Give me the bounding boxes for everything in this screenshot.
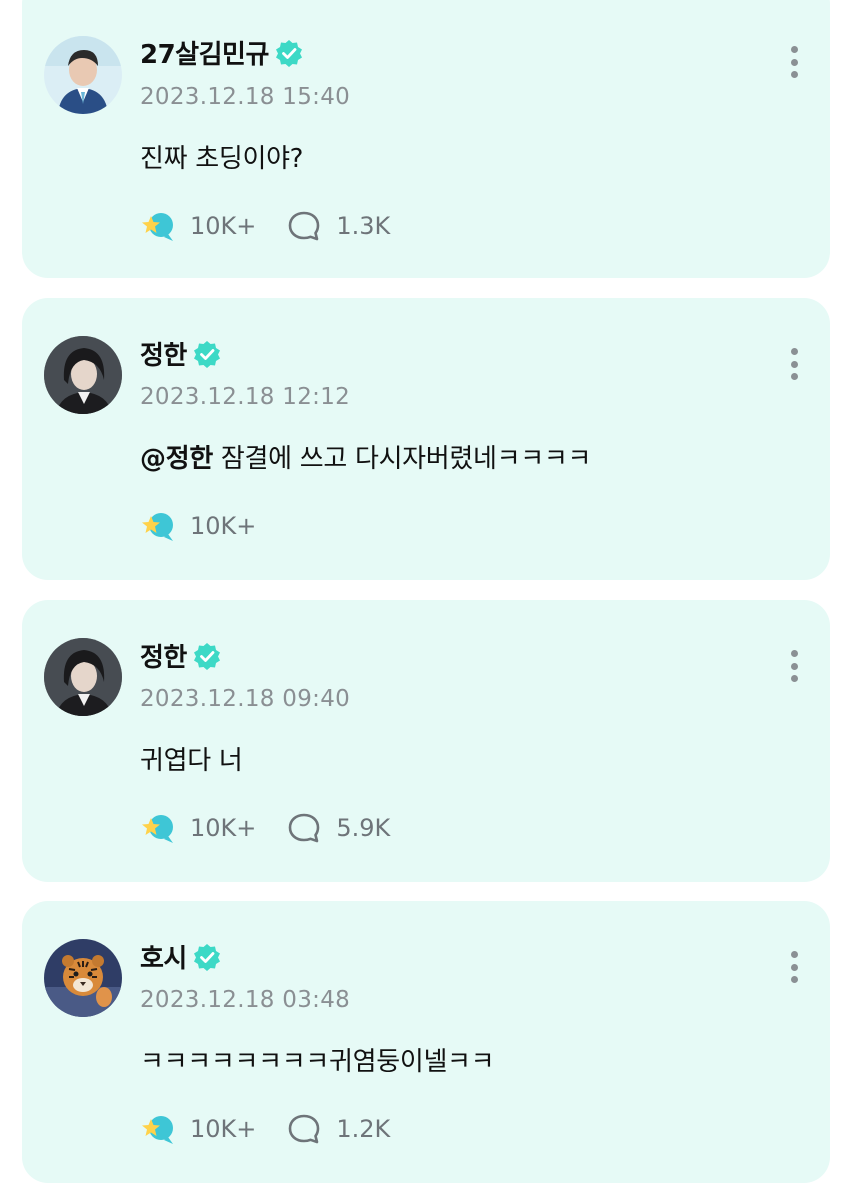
comment-count: 1.3K [336, 212, 391, 240]
comment-text: @정한 잠결에 쓰고 다시자버렸네ㅋㅋㅋㅋ [140, 438, 591, 475]
avatar[interactable] [44, 336, 122, 414]
author-name[interactable]: 정한 [140, 637, 187, 674]
timestamp: 2023.12.18 12:12 [140, 384, 351, 410]
verified-badge-icon [193, 943, 221, 971]
avatar-dark-hair-man-icon [44, 638, 122, 716]
star-bubble-like-icon [140, 508, 176, 544]
comment-text: 진짜 초딩이야? [140, 138, 303, 175]
comment-stats: 10K+ 1.2K [140, 1111, 420, 1147]
timestamp: 2023.12.18 03:48 [140, 987, 351, 1013]
like-button[interactable]: 10K+ [140, 508, 256, 544]
author-name[interactable]: 27살김민규 [140, 34, 269, 71]
like-button[interactable]: 10K+ [140, 810, 256, 846]
avatar[interactable] [44, 939, 122, 1017]
like-button[interactable]: 10K+ [140, 208, 256, 244]
comment-button[interactable]: 1.2K [286, 1111, 390, 1147]
author-row: 정한 [140, 637, 221, 674]
speech-bubble-icon [286, 810, 322, 846]
like-count: 10K+ [190, 212, 257, 240]
comment-card[interactable]: 호시 2023.12.18 03:48 ㅋㅋㅋㅋㅋㅋㅋㅋ귀염둥이넬ㅋㅋ 10K+… [22, 901, 830, 1183]
comment-text: ㅋㅋㅋㅋㅋㅋㅋㅋ귀염둥이넬ㅋㅋ [140, 1041, 495, 1078]
comment-card[interactable]: 27살김민규 2023.12.18 15:40 진짜 초딩이야? 10K+ 1.… [22, 0, 830, 278]
more-vertical-icon[interactable] [786, 646, 802, 686]
avatar-young-man-icon [44, 36, 122, 114]
verified-badge-icon [275, 39, 303, 67]
author-row: 정한 [140, 335, 221, 372]
like-count: 10K+ [190, 814, 257, 842]
comment-body: 진짜 초딩이야? [140, 144, 304, 174]
comment-stats: 10K+ [140, 508, 286, 544]
comment-feed: 27살김민규 2023.12.18 15:40 진짜 초딩이야? 10K+ 1.… [0, 0, 852, 1200]
comment-card[interactable]: 정한 2023.12.18 09:40 귀엽다 너 10K+ 5.9K [22, 600, 830, 882]
author-name[interactable]: 호시 [140, 938, 187, 975]
author-row: 27살김민규 [140, 34, 303, 71]
like-count: 10K+ [190, 1115, 257, 1143]
speech-bubble-icon [286, 1111, 322, 1147]
comment-count: 1.2K [336, 1115, 391, 1143]
mention[interactable]: @정한 [140, 444, 213, 474]
author-row: 호시 [140, 938, 221, 975]
comment-button[interactable]: 5.9K [286, 810, 390, 846]
comment-stats: 10K+ 1.3K [140, 208, 420, 244]
like-button[interactable]: 10K+ [140, 1111, 256, 1147]
star-bubble-like-icon [140, 810, 176, 846]
timestamp: 2023.12.18 15:40 [140, 84, 351, 110]
comment-text: 귀엽다 너 [140, 740, 243, 777]
more-vertical-icon[interactable] [786, 947, 802, 987]
comment-body: 잠결에 쓰고 다시자버렸네ㅋㅋㅋㅋ [212, 444, 592, 474]
comment-stats: 10K+ 5.9K [140, 810, 420, 846]
author-name[interactable]: 정한 [140, 335, 187, 372]
more-vertical-icon[interactable] [786, 344, 802, 384]
comment-body: ㅋㅋㅋㅋㅋㅋㅋㅋ귀염둥이넬ㅋㅋ [140, 1047, 495, 1077]
verified-badge-icon [193, 642, 221, 670]
like-count: 10K+ [190, 512, 257, 540]
verified-badge-icon [193, 340, 221, 368]
avatar-dark-hair-man-icon [44, 336, 122, 414]
comment-body: 귀엽다 너 [140, 746, 243, 776]
timestamp: 2023.12.18 09:40 [140, 686, 351, 712]
avatar[interactable] [44, 36, 122, 114]
more-vertical-icon[interactable] [786, 42, 802, 82]
comment-count: 5.9K [336, 814, 391, 842]
star-bubble-like-icon [140, 1111, 176, 1147]
speech-bubble-icon [286, 208, 322, 244]
comment-button[interactable]: 1.3K [286, 208, 390, 244]
comment-card[interactable]: 정한 2023.12.18 12:12 @정한 잠결에 쓰고 다시자버렸네ㅋㅋㅋ… [22, 298, 830, 580]
avatar-tiger-icon [44, 939, 122, 1017]
avatar[interactable] [44, 638, 122, 716]
star-bubble-like-icon [140, 208, 176, 244]
